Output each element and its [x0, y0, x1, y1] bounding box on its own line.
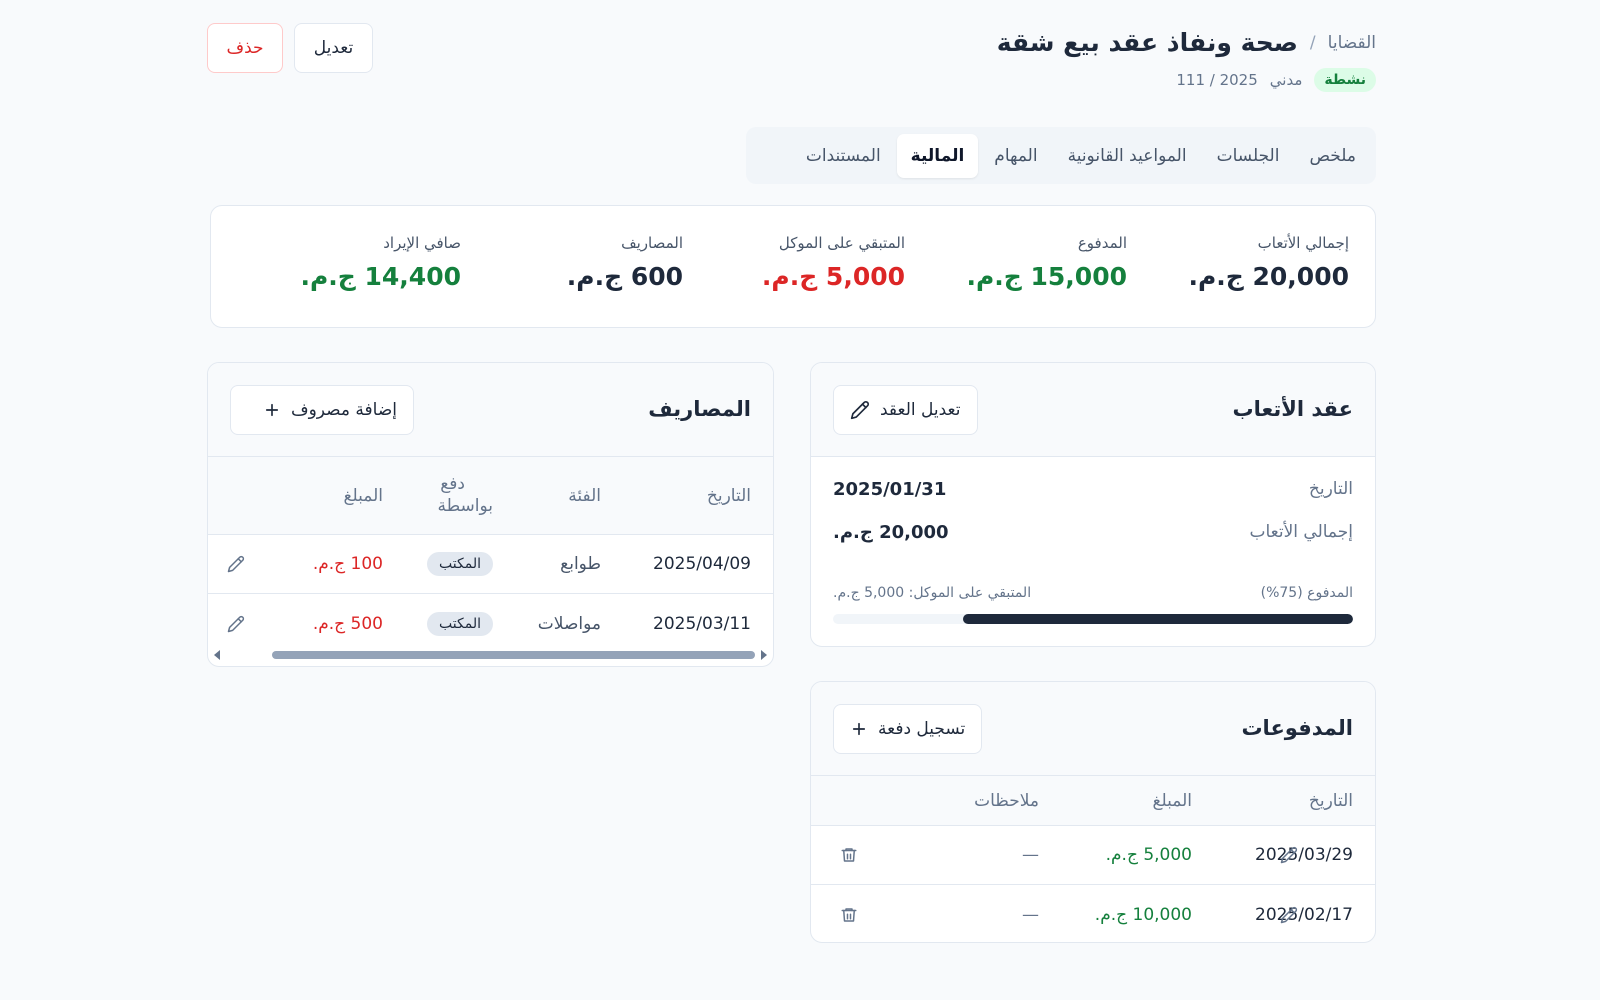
payment-notes: —: [1022, 904, 1039, 925]
column-amount: المبلغ: [343, 485, 383, 506]
expense-category: طوابع: [560, 554, 601, 574]
summary-net-revenue: صافي الإيراد 14,400 ج.م.: [300, 234, 461, 291]
breadcrumb-cases-link[interactable]: القضايا: [1328, 33, 1376, 53]
payments-title: المدفوعات: [1241, 716, 1353, 740]
remaining-label: المتبقي على الموكل: 5,000 ج.م.: [833, 585, 1032, 601]
column-paid-by: دفع بواسطة: [437, 473, 493, 519]
delete-case-button[interactable]: حذف: [207, 23, 283, 73]
expenses-header: المصاريف إضافة مصروف: [208, 363, 773, 457]
expenses-title: المصاريف: [648, 397, 751, 421]
horizontal-scrollbar[interactable]: [208, 642, 773, 666]
breadcrumb: القضايا / صحة ونفاذ عقد بيع شقة: [997, 28, 1376, 57]
finance-summary-card: إجمالي الأتعاب 20,000 ج.م. المدفوع 15,00…: [210, 205, 1376, 328]
summary-label: المدفوع: [1077, 234, 1127, 252]
pencil-icon[interactable]: [1277, 843, 1301, 867]
expenses-card: المصاريف إضافة مصروف التاريخ الفئة دفع ب…: [207, 362, 774, 667]
payment-amount: 10,000 ج.م.: [1094, 904, 1192, 925]
column-category: الفئة: [568, 485, 601, 506]
trash-icon[interactable]: [837, 903, 861, 927]
expenses-table-header: التاريخ الفئة دفع بواسطة المبلغ: [208, 457, 773, 535]
table-row: 2025/02/17 10,000 ج.م. —: [811, 885, 1375, 942]
contract-date-label: التاريخ: [1308, 479, 1353, 499]
contract-date-value: 2025/01/31: [833, 479, 947, 500]
plus-icon: [850, 720, 868, 738]
summary-value: 5,000 ج.م.: [761, 262, 905, 291]
column-date: التاريخ: [1308, 790, 1353, 811]
scroll-right-arrow-icon[interactable]: [759, 649, 769, 661]
edit-case-button[interactable]: تعديل: [294, 23, 373, 73]
fee-contract-title: عقد الأتعاب: [1232, 397, 1353, 421]
scroll-left-arrow-icon[interactable]: [212, 649, 222, 661]
summary-label: صافي الإيراد: [383, 234, 461, 252]
expense-paid-by-badge: المكتب: [427, 611, 493, 636]
summary-paid: المدفوع 15,000 ج.م.: [966, 234, 1127, 291]
case-type: مدني: [1269, 71, 1303, 89]
scrollbar-thumb[interactable]: [272, 651, 755, 659]
tab-bar: ملخص الجلسات المواعيد القانونية المهام ا…: [746, 127, 1376, 184]
fee-contract-card: عقد الأتعاب تعديل العقد التاريخ 2025/01/…: [810, 362, 1376, 647]
tab-sessions[interactable]: الجلسات: [1203, 134, 1294, 178]
page-title: صحة ونفاذ عقد بيع شقة: [996, 28, 1298, 57]
summary-total-fees: إجمالي الأتعاب 20,000 ج.م.: [1188, 234, 1349, 291]
payment-progress-bar: [833, 614, 1353, 624]
trash-icon[interactable]: [837, 843, 861, 867]
summary-label: المتبقي على الموكل: [778, 234, 905, 252]
payments-header: المدفوعات تسجيل دفعة: [811, 682, 1375, 776]
summary-value: 20,000 ج.م.: [1188, 262, 1349, 291]
summary-label: المصاريف: [621, 234, 683, 252]
payment-progress-fill: [963, 614, 1353, 624]
tab-legal-deadlines[interactable]: المواعيد القانونية: [1054, 134, 1201, 178]
payment-notes: —: [1022, 845, 1039, 865]
fee-contract-header: عقد الأتعاب تعديل العقد: [811, 363, 1375, 457]
column-paid-by-line1: دفع: [440, 473, 465, 494]
plus-icon: [263, 401, 281, 419]
breadcrumb-separator: /: [1309, 32, 1316, 53]
pencil-icon[interactable]: [224, 612, 248, 636]
tab-tasks[interactable]: المهام: [980, 134, 1051, 178]
edit-contract-button[interactable]: تعديل العقد: [833, 385, 978, 435]
summary-value: 600 ج.م.: [566, 262, 683, 291]
tab-documents[interactable]: المستندات: [792, 134, 895, 178]
summary-label: إجمالي الأتعاب: [1257, 234, 1349, 252]
edit-contract-label: تعديل العقد: [880, 400, 961, 420]
column-notes: ملاحظات: [974, 790, 1039, 811]
pencil-icon[interactable]: [224, 552, 248, 576]
progress-labels: المدفوع (75%) المتبقي على الموكل: 5,000 …: [833, 585, 1353, 601]
column-date: التاريخ: [706, 485, 751, 506]
record-payment-label: تسجيل دفعة: [878, 719, 966, 739]
tab-summary[interactable]: ملخص: [1295, 134, 1370, 178]
add-expense-button[interactable]: إضافة مصروف: [230, 385, 414, 435]
table-row: 2025/03/29 5,000 ج.م. —: [811, 826, 1375, 885]
paid-percent-label: المدفوع (75%): [1260, 585, 1353, 601]
expense-paid-by-badge: المكتب: [427, 552, 493, 576]
status-badge: نشطة: [1314, 68, 1376, 92]
summary-remaining: المتبقي على الموكل 5,000 ج.م.: [762, 234, 905, 291]
pencil-icon: [850, 400, 870, 420]
case-number: 111 / 2025: [1176, 71, 1258, 89]
tab-finance[interactable]: المالية: [896, 133, 979, 178]
pencil-icon[interactable]: [1277, 903, 1301, 927]
expense-amount: 500 ج.م.: [312, 613, 383, 634]
payment-date: 2025/02/17: [1255, 904, 1353, 925]
table-row: 2025/04/09 طوابع المكتب 100 ج.م.: [208, 535, 773, 594]
column-paid-by-line2: بواسطة: [437, 496, 493, 517]
record-payment-button[interactable]: تسجيل دفعة: [833, 704, 983, 754]
payment-amount: 5,000 ج.م.: [1105, 845, 1192, 865]
payments-card: المدفوعات تسجيل دفعة التاريخ المبلغ ملاح…: [810, 681, 1376, 943]
expense-date: 2025/04/09: [653, 554, 751, 574]
expense-amount: 100 ج.م.: [312, 554, 383, 574]
payments-table-header: التاريخ المبلغ ملاحظات: [811, 776, 1375, 826]
add-expense-label: إضافة مصروف: [290, 400, 397, 420]
contract-total-value: 20,000 ج.م.: [833, 522, 949, 543]
contract-total-label: إجمالي الأتعاب: [1249, 522, 1353, 542]
expense-category: مواصلات: [537, 613, 601, 634]
column-amount: المبلغ: [1152, 790, 1192, 811]
summary-value: 15,000 ج.م.: [966, 262, 1127, 291]
payment-date: 2025/03/29: [1255, 845, 1353, 865]
expense-date: 2025/03/11: [653, 613, 751, 634]
summary-value: 14,400 ج.م.: [300, 262, 461, 291]
case-meta: نشطة مدني 111 / 2025: [1176, 68, 1376, 92]
summary-expenses: المصاريف 600 ج.م.: [567, 234, 683, 291]
